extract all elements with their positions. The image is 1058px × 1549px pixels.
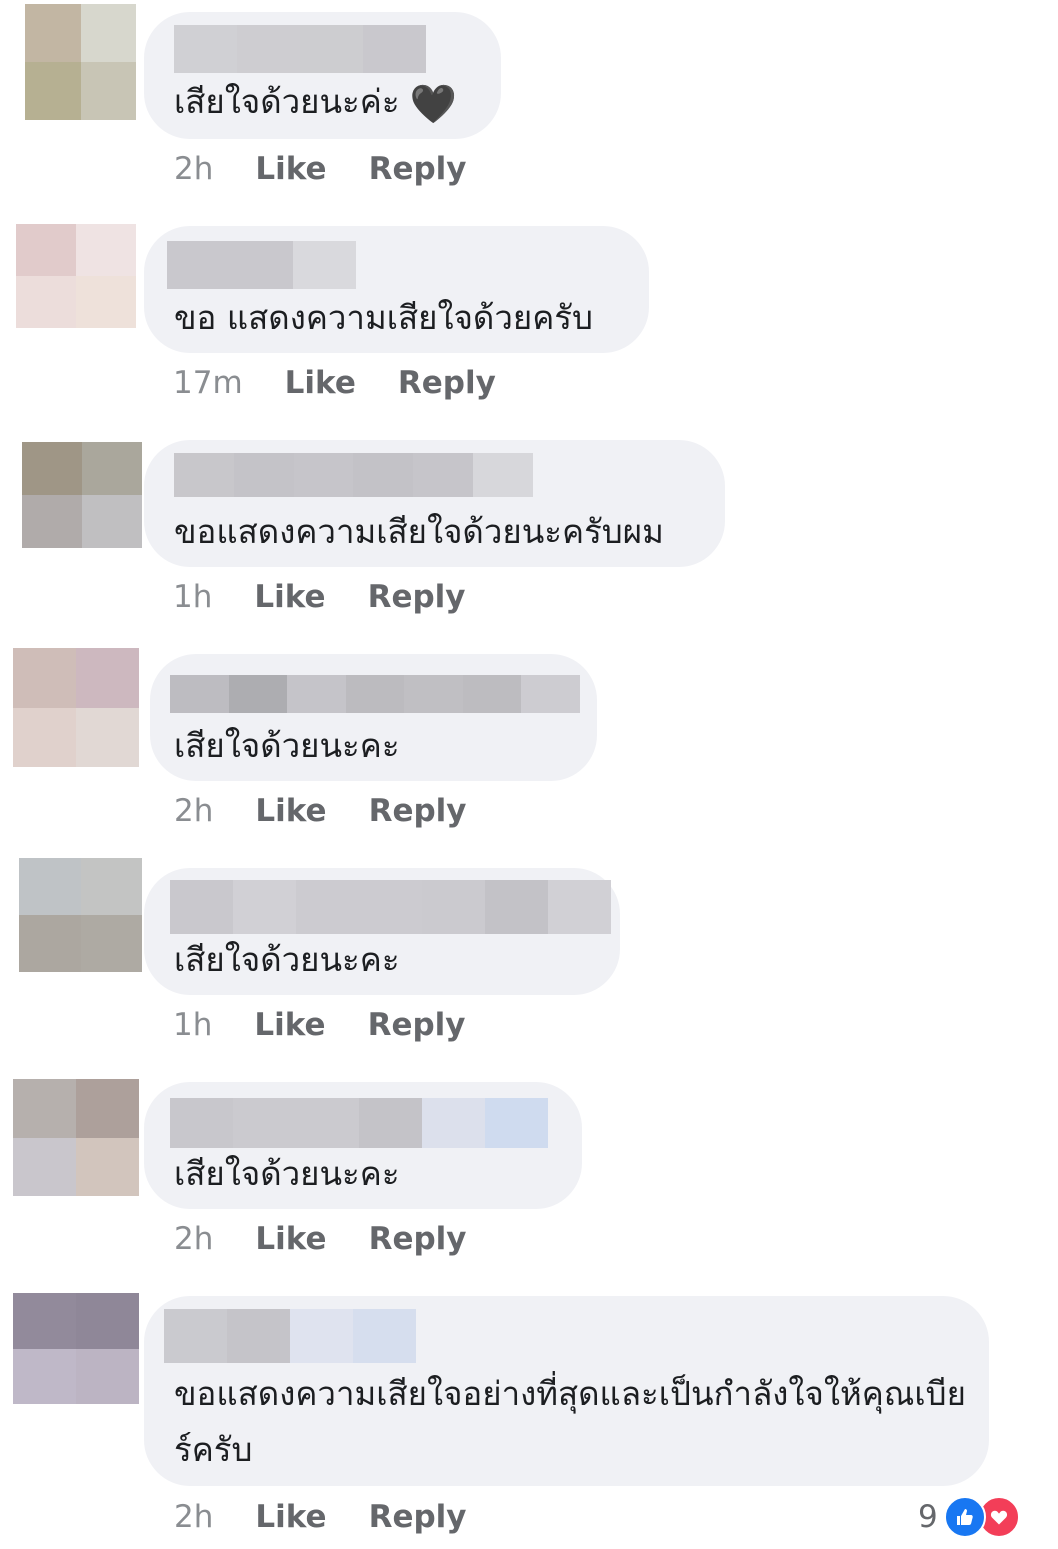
avatar[interactable] (13, 1293, 139, 1404)
author-name-blurred[interactable] (174, 25, 426, 73)
comment-actions: 2h Like Reply (174, 151, 509, 187)
reply-button[interactable]: Reply (369, 151, 467, 187)
like-button[interactable]: Like (255, 1221, 326, 1257)
comment-bubble[interactable]: เสียใจด้วยนะคะ (144, 868, 620, 995)
reply-button[interactable]: Reply (398, 365, 496, 401)
reaction-count: 9 (918, 1499, 938, 1535)
like-button[interactable]: Like (255, 151, 326, 187)
author-name-blurred[interactable] (174, 453, 533, 497)
comment-bubble[interactable]: เสียใจด้วยนะคะ (144, 1082, 582, 1209)
reply-button[interactable]: Reply (368, 1007, 466, 1043)
like-button[interactable]: Like (254, 579, 325, 615)
reply-button[interactable]: Reply (369, 1221, 467, 1257)
like-button[interactable]: Like (285, 365, 356, 401)
like-button[interactable]: Like (255, 793, 326, 829)
avatar[interactable] (22, 442, 142, 548)
comment-bubble[interactable]: ขอแสดงความเสียใจอย่างที่สุดและเป็นกำลังใ… (144, 1296, 989, 1486)
comment-timestamp[interactable]: 1h (173, 579, 212, 615)
like-button[interactable]: Like (255, 1499, 326, 1535)
comment-actions: 2h Like Reply (174, 1221, 509, 1257)
comment-timestamp[interactable]: 2h (174, 1499, 213, 1535)
comment-text: ขอแสดงความเสียใจอย่างที่สุดและเป็นกำลังใ… (174, 1374, 966, 1469)
comment-text: เสียใจด้วยนะค่ะ 🖤 (174, 74, 457, 130)
comment-actions: 1h Like Reply (173, 1007, 508, 1043)
comment-actions: 2h Like Reply (174, 793, 509, 829)
comment-timestamp[interactable]: 1h (173, 1007, 212, 1043)
avatar[interactable] (25, 4, 136, 120)
comment-timestamp[interactable]: 17m (173, 365, 243, 401)
comment-text: ขอ แสดงความเสียใจด้วยครับ (174, 298, 593, 337)
comment-timestamp[interactable]: 2h (174, 793, 213, 829)
reply-button[interactable]: Reply (369, 793, 467, 829)
comment-actions: 2h Like Reply (174, 1499, 509, 1535)
comment-text: เสียใจด้วยนะคะ (174, 726, 400, 765)
author-name-blurred[interactable] (167, 241, 356, 289)
comment-text: เสียใจด้วยนะคะ (174, 940, 400, 979)
avatar[interactable] (13, 648, 139, 767)
comment-text: เสียใจด้วยนะคะ (174, 1154, 400, 1193)
author-name-blurred[interactable] (170, 1098, 548, 1148)
comment-actions: 17m Like Reply (173, 365, 538, 401)
avatar[interactable] (19, 858, 142, 972)
comment-bubble[interactable]: เสียใจด้วยนะคะ (150, 654, 597, 781)
comment-timestamp[interactable]: 2h (174, 1221, 213, 1257)
reply-button[interactable]: Reply (369, 1499, 467, 1535)
thumbs-up-icon (943, 1496, 986, 1538)
comment-actions: 1h Like Reply (173, 579, 508, 615)
avatar[interactable] (13, 1079, 139, 1196)
author-name-blurred[interactable] (170, 880, 611, 934)
comment-timestamp[interactable]: 2h (174, 151, 213, 187)
comment-bubble[interactable]: เสียใจด้วยนะค่ะ 🖤 (144, 12, 501, 139)
reaction-summary[interactable]: 9 (918, 1496, 1020, 1538)
comment-bubble[interactable]: ขอ แสดงความเสียใจด้วยครับ (144, 226, 649, 353)
comment-text: ขอแสดงความเสียใจด้วยนะครับผม (174, 512, 664, 551)
author-name-blurred[interactable] (170, 675, 581, 713)
avatar[interactable] (16, 224, 136, 328)
author-name-blurred[interactable] (164, 1309, 416, 1363)
thumbs-up-glyph (956, 1509, 973, 1525)
comment-text-content: เสียใจด้วยนะค่ะ (174, 82, 400, 121)
like-button[interactable]: Like (254, 1007, 325, 1043)
comment-bubble[interactable]: ขอแสดงความเสียใจด้วยนะครับผม (144, 440, 725, 567)
heart-glyph (990, 1510, 1007, 1525)
black-heart-icon: 🖤 (409, 82, 457, 126)
reply-button[interactable]: Reply (368, 579, 466, 615)
